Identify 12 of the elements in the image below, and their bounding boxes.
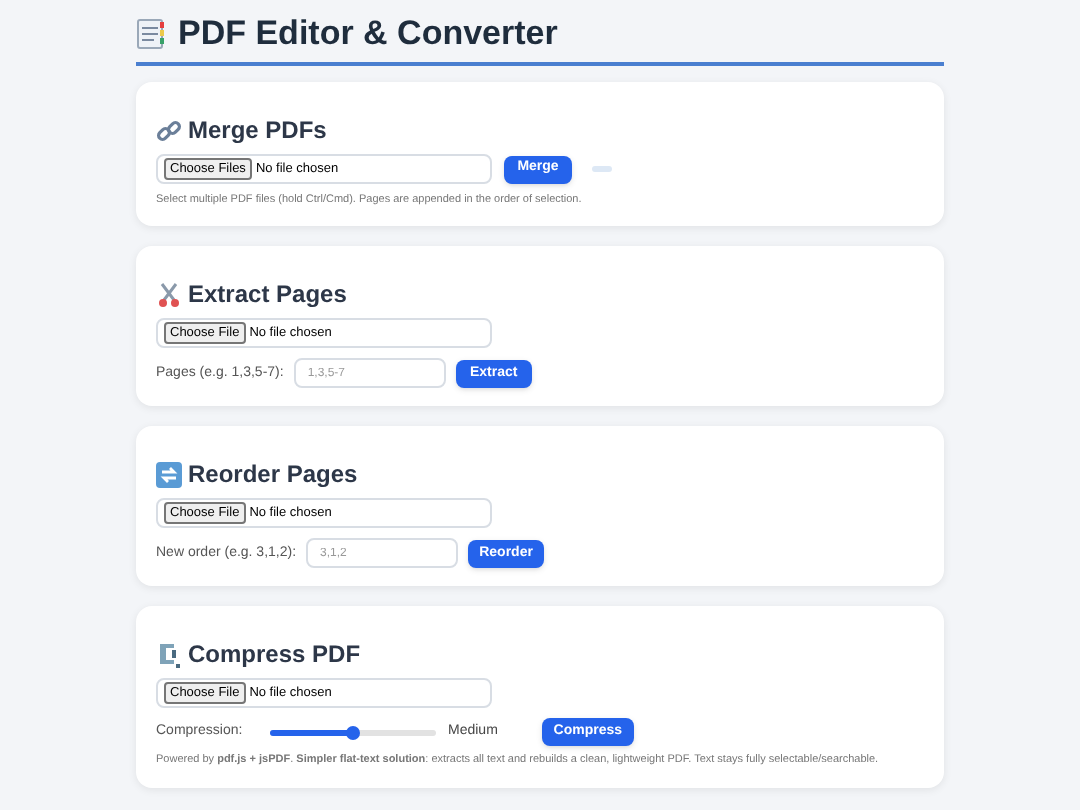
slider-thumb[interactable] bbox=[346, 725, 360, 740]
section-heading: Merge PDFs bbox=[188, 116, 327, 144]
arrows-icon bbox=[156, 461, 182, 488]
document-icon bbox=[136, 17, 166, 49]
status-bar bbox=[592, 166, 612, 172]
scissors-icon bbox=[156, 281, 182, 308]
section-heading: Reorder Pages bbox=[188, 460, 358, 489]
section-heading: Extract Pages bbox=[188, 280, 347, 309]
clamp-icon bbox=[156, 641, 182, 668]
page-title: PDF Editor & Converter bbox=[178, 16, 558, 50]
section-heading: Compress PDF bbox=[188, 640, 361, 669]
link-icon bbox=[156, 117, 182, 143]
